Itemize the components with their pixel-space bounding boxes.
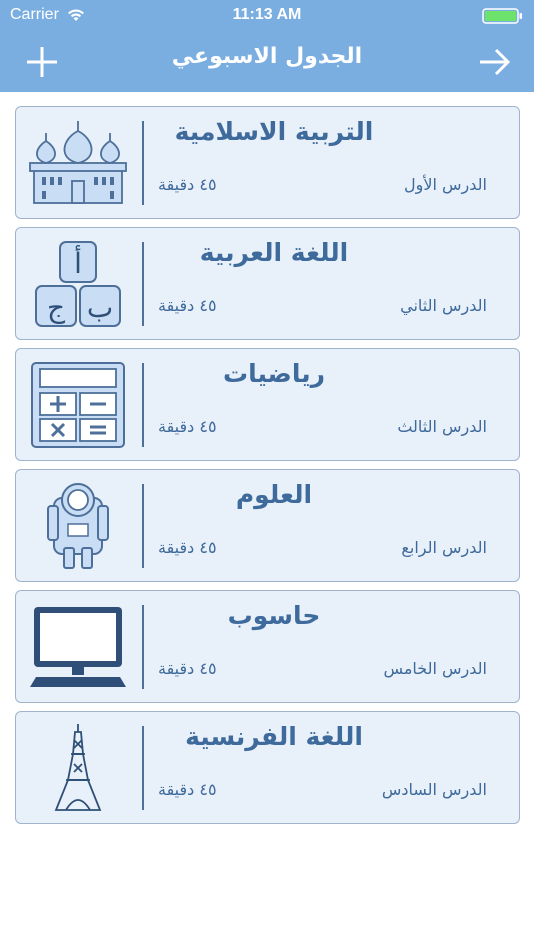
lesson-card[interactable]: التربية الاسلامية الدرس الأول ٤٥ دقيقة	[15, 106, 520, 219]
subject-title: اللغة الفرنسية	[185, 722, 363, 751]
subject-title: التربية الاسلامية	[174, 117, 374, 146]
lesson-duration: ٤٥ دقيقة	[158, 538, 217, 557]
lesson-duration: ٤٥ دقيقة	[158, 417, 217, 436]
lesson-card[interactable]: اللغة الفرنسية الدرس السادس ٤٥ دقيقة	[15, 711, 520, 824]
lesson-number: الدرس الثالث	[397, 417, 487, 436]
card-divider	[142, 121, 144, 205]
lesson-card[interactable]: العلوم الدرس الرابع ٤٥ دقيقة	[15, 469, 520, 582]
computer-icon	[28, 603, 128, 691]
calculator-icon	[28, 361, 128, 449]
lesson-duration: ٤٥ دقيقة	[158, 659, 217, 678]
subject-title: العلوم	[235, 480, 313, 509]
status-bar: Carrier 11:13 AM	[0, 0, 534, 30]
battery-icon	[482, 8, 524, 29]
mosque-icon	[28, 119, 128, 207]
lesson-number: الدرس السادس	[381, 780, 487, 799]
lesson-list: التربية الاسلامية الدرس الأول ٤٥ دقيقة أ…	[15, 106, 520, 832]
page-title: الجدول الاسبوعي	[171, 44, 363, 69]
card-divider	[142, 242, 144, 326]
letter-alef: أ	[74, 244, 82, 280]
arrow-right-icon	[480, 48, 511, 76]
subject-title: رياضيات	[222, 359, 326, 388]
arabic-letters-icon: أ ب ج	[28, 240, 128, 328]
lesson-card[interactable]: رياضيات الدرس الثالث ٤٥ دقيقة	[15, 348, 520, 461]
astronaut-icon	[28, 482, 128, 570]
clock: 11:13 AM	[232, 6, 302, 23]
card-divider	[142, 605, 144, 689]
letter-ba: ب	[87, 291, 113, 324]
subject-title: اللغة العربية	[199, 238, 349, 267]
lesson-number: الدرس الرابع	[401, 538, 487, 557]
card-divider	[142, 484, 144, 568]
lesson-card[interactable]: حاسوب الدرس الخامس ٤٥ دقيقة	[15, 590, 520, 703]
plus-icon	[27, 47, 57, 77]
lesson-number: الدرس الثاني	[400, 296, 487, 315]
lesson-number: الدرس الأول	[404, 175, 487, 194]
card-divider	[142, 726, 144, 810]
lesson-duration: ٤٥ دقيقة	[158, 780, 217, 799]
lesson-duration: ٤٥ دقيقة	[158, 296, 217, 315]
subject-title: حاسوب	[227, 601, 321, 630]
nav-bar: الجدول الاسبوعي	[0, 30, 534, 92]
lesson-number: الدرس الخامس	[383, 659, 487, 678]
card-divider	[142, 363, 144, 447]
add-button[interactable]	[22, 42, 62, 82]
eiffel-tower-icon	[28, 724, 128, 812]
forward-button[interactable]	[474, 42, 514, 82]
letter-jeem: ج	[47, 291, 66, 325]
lesson-card[interactable]: أ ب ج اللغة العربية الدرس الثاني ٤٥ دقيق…	[15, 227, 520, 340]
lesson-duration: ٤٥ دقيقة	[158, 175, 217, 194]
